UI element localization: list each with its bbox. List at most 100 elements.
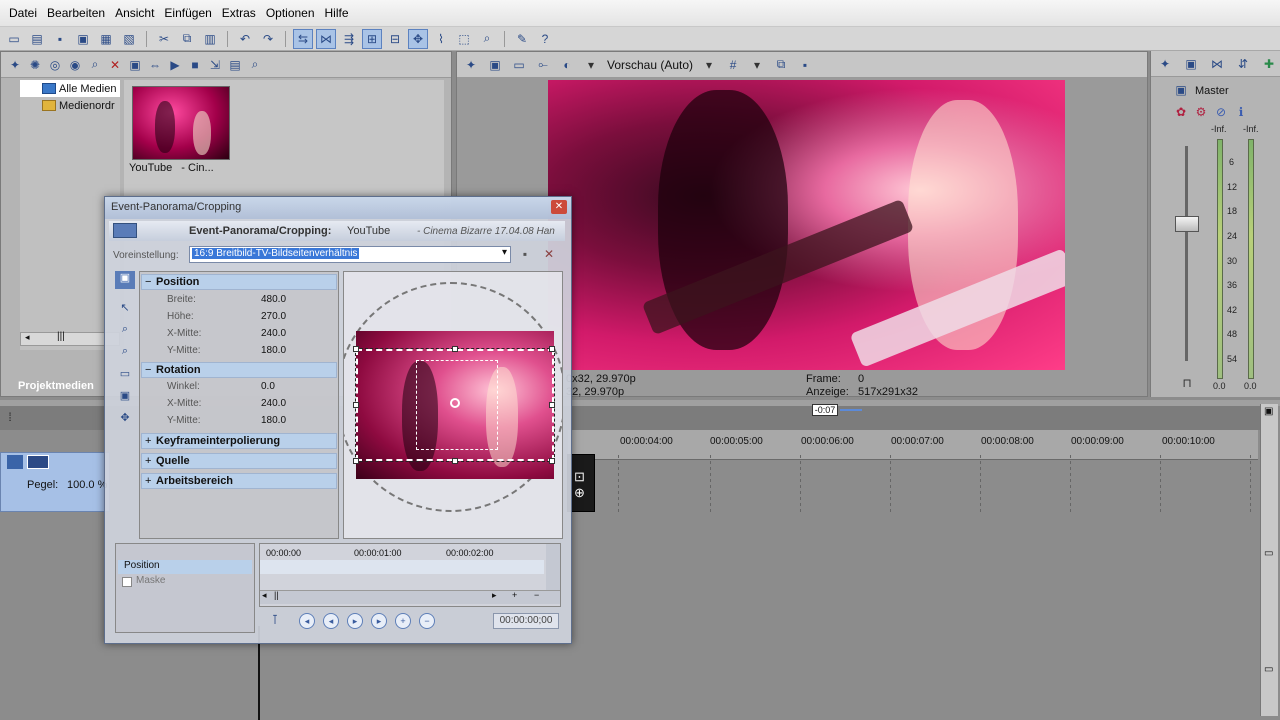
copy-icon[interactable]: ⧉ <box>177 29 197 49</box>
edge-handle[interactable] <box>549 402 555 408</box>
expand-icon[interactable]: + <box>145 434 151 448</box>
collapse-icon[interactable]: − <box>145 275 151 289</box>
move-freely-icon[interactable]: ✥ <box>115 411 135 429</box>
views-icon[interactable]: ▤ <box>227 58 243 72</box>
scroll-left-icon[interactable]: ◂ <box>262 590 267 601</box>
menu-datei[interactable]: Datei <box>4 0 42 27</box>
paste-icon[interactable]: ▥ <box>200 29 220 49</box>
lock-envelopes-icon[interactable]: ⊞ <box>362 28 382 49</box>
kf-lane-position[interactable] <box>260 560 544 574</box>
scroll-thumb[interactable]: || <box>274 590 279 600</box>
zoom-in-icon[interactable]: ⌕ <box>115 323 135 341</box>
properties-icon[interactable]: ▣ <box>127 58 143 72</box>
keyframe-time-display[interactable]: 00:00:00;00 <box>493 613 559 629</box>
media-thumbnail[interactable] <box>132 86 230 160</box>
save-snapshot-icon[interactable]: ▪ <box>797 58 813 72</box>
edge-handle[interactable] <box>452 458 458 464</box>
search-media-icon[interactable]: ⌕ <box>87 57 103 72</box>
preset-dropdown[interactable]: 16:9 Breitbild-TV-Bildseitenverhältnis ▾ <box>189 246 511 263</box>
prop-row-angle[interactable]: Winkel: 0.0 <box>141 381 337 398</box>
prop-row-rot-y-center[interactable]: Y-Mitte: 180.0 <box>141 415 337 432</box>
import-icon[interactable]: ✦ <box>7 58 23 72</box>
menu-bearbeiten[interactable]: Bearbeiten <box>42 0 110 27</box>
corner-handle[interactable] <box>353 458 359 464</box>
overlay-grid-icon[interactable]: # <box>725 58 741 72</box>
delete-keyframe-icon[interactable]: − <box>419 613 435 629</box>
crop-workspace[interactable] <box>343 271 563 539</box>
auto-crossfade-icon[interactable]: ⋈ <box>316 28 336 49</box>
capture-icon[interactable]: ✺ <box>27 58 43 72</box>
remove-icon[interactable]: ✕ <box>107 58 123 72</box>
video-track-header[interactable]: Pegel: 100.0 % <box>0 452 110 512</box>
lock-icon[interactable]: ⊓ <box>1179 376 1195 390</box>
section-workspace[interactable]: + Arbeitsbereich <box>141 473 337 489</box>
get-media-icon[interactable]: ◎ <box>47 58 63 72</box>
zoom-in-icon[interactable]: + <box>512 590 517 600</box>
center-handle[interactable] <box>450 398 460 408</box>
scale-center-icon[interactable]: ▣ <box>115 389 135 407</box>
zoom-tool-icon[interactable]: ⌕ <box>477 29 497 49</box>
normal-edit-icon[interactable]: ▣ <box>115 271 135 289</box>
track-expand-icon[interactable] <box>7 455 23 469</box>
dialog-title-bar[interactable]: Event-Panorama/Cropping <box>105 197 571 219</box>
scroll-left-icon[interactable]: ◂ <box>25 332 30 343</box>
tree-item-all-media[interactable]: Alle Medien <box>20 80 120 97</box>
section-source[interactable]: + Quelle <box>141 453 337 469</box>
wand-icon[interactable]: ✎ <box>512 29 532 49</box>
mute-icon[interactable]: ⊘ <box>1213 105 1229 119</box>
help-pointer-icon[interactable]: ? <box>535 29 555 49</box>
preview-properties-icon[interactable]: ▣ <box>487 58 503 72</box>
zoom-out-icon[interactable]: − <box>534 590 539 600</box>
corner-handle[interactable] <box>353 346 359 352</box>
corner-handle[interactable] <box>549 346 555 352</box>
redo-icon[interactable]: ↷ <box>258 29 278 49</box>
web-icon[interactable]: ◉ <box>67 58 83 72</box>
prop-row-rot-x-center[interactable]: X-Mitte: 240.0 <box>141 398 337 415</box>
gear-icon[interactable]: ⚙ <box>1193 105 1209 119</box>
edge-handle[interactable] <box>452 346 458 352</box>
keyframe-timeline[interactable]: 00:00:00 00:00:01:00 00:00:02:00 ◂ || ▸ … <box>259 543 561 607</box>
scroll-right-icon[interactable]: ▸ <box>492 590 497 601</box>
undo-icon[interactable]: ↶ <box>235 29 255 49</box>
normal-edit-tool-icon[interactable]: ✥ <box>408 28 428 49</box>
kf-track-mask[interactable]: Maske <box>118 575 252 589</box>
master-volume-fader[interactable] <box>1175 216 1199 232</box>
expand-icon[interactable]: + <box>145 474 151 488</box>
cut-icon[interactable]: ✂ <box>154 29 174 49</box>
snap-icon[interactable]: ⇆ <box>293 28 313 49</box>
timeline-ruler[interactable]: 00:00:04:00 00:00:05:00 00:00:06:00 00:0… <box>568 430 1258 460</box>
close-icon[interactable]: ✕ <box>551 200 567 214</box>
dropdown-arrow-icon[interactable]: ▾ <box>749 58 765 72</box>
bus-fx-icon[interactable]: ✿ <box>1173 105 1189 119</box>
tree-item-media-bins[interactable]: Medienordr <box>20 97 120 114</box>
downmix-icon[interactable]: ⋈ <box>1209 57 1225 71</box>
meter-info-icon[interactable]: ℹ <box>1233 105 1249 119</box>
menu-hilfe[interactable]: Hilfe <box>320 0 354 27</box>
copy-snapshot-icon[interactable]: ⧉ <box>773 57 789 72</box>
dropdown-arrow-icon[interactable]: ▾ <box>583 58 599 72</box>
kf-scrollbar[interactable]: ◂ || ▸ + − <box>260 590 560 604</box>
sync-cursor-icon[interactable]: ⊺ <box>267 612 283 628</box>
cursor-marker[interactable]: -0:07 <box>812 404 838 416</box>
play-icon[interactable]: ▶ <box>167 58 183 72</box>
scroll-thumb[interactable]: ||| <box>57 331 65 342</box>
kf-vertical-scrollbar[interactable] <box>546 544 560 590</box>
pointer-tool-icon[interactable]: ↖ <box>115 301 135 319</box>
prop-row-x-center[interactable]: X-Mitte: 240.0 <box>141 328 337 345</box>
mask-checkbox[interactable] <box>122 577 132 587</box>
pin-icon[interactable]: ✦ <box>463 58 479 72</box>
event-pan-crop-icon[interactable]: ⊡ <box>574 469 585 485</box>
menu-extras[interactable]: Extras <box>217 0 261 27</box>
prop-row-y-center[interactable]: Y-Mitte: 180.0 <box>141 345 337 362</box>
section-keyframe-interpolation[interactable]: + Keyframeinterpolierung <box>141 433 337 449</box>
track-level-value[interactable]: 100.0 % <box>67 479 107 491</box>
add-bus-icon[interactable]: ✚ <box>1261 57 1277 71</box>
new-file-icon[interactable]: ▭ <box>4 29 24 49</box>
dropdown-arrow-icon[interactable]: ▾ <box>502 247 507 258</box>
menu-ansicht[interactable]: Ansicht <box>110 0 159 27</box>
last-keyframe-icon[interactable]: ▸ <box>371 613 387 629</box>
zoom-icon[interactable]: ▭ <box>1264 664 1273 675</box>
section-position[interactable]: − Position <box>141 274 337 290</box>
expand-icon[interactable]: + <box>145 454 151 468</box>
dim-output-icon[interactable]: ⇵ <box>1235 57 1251 71</box>
